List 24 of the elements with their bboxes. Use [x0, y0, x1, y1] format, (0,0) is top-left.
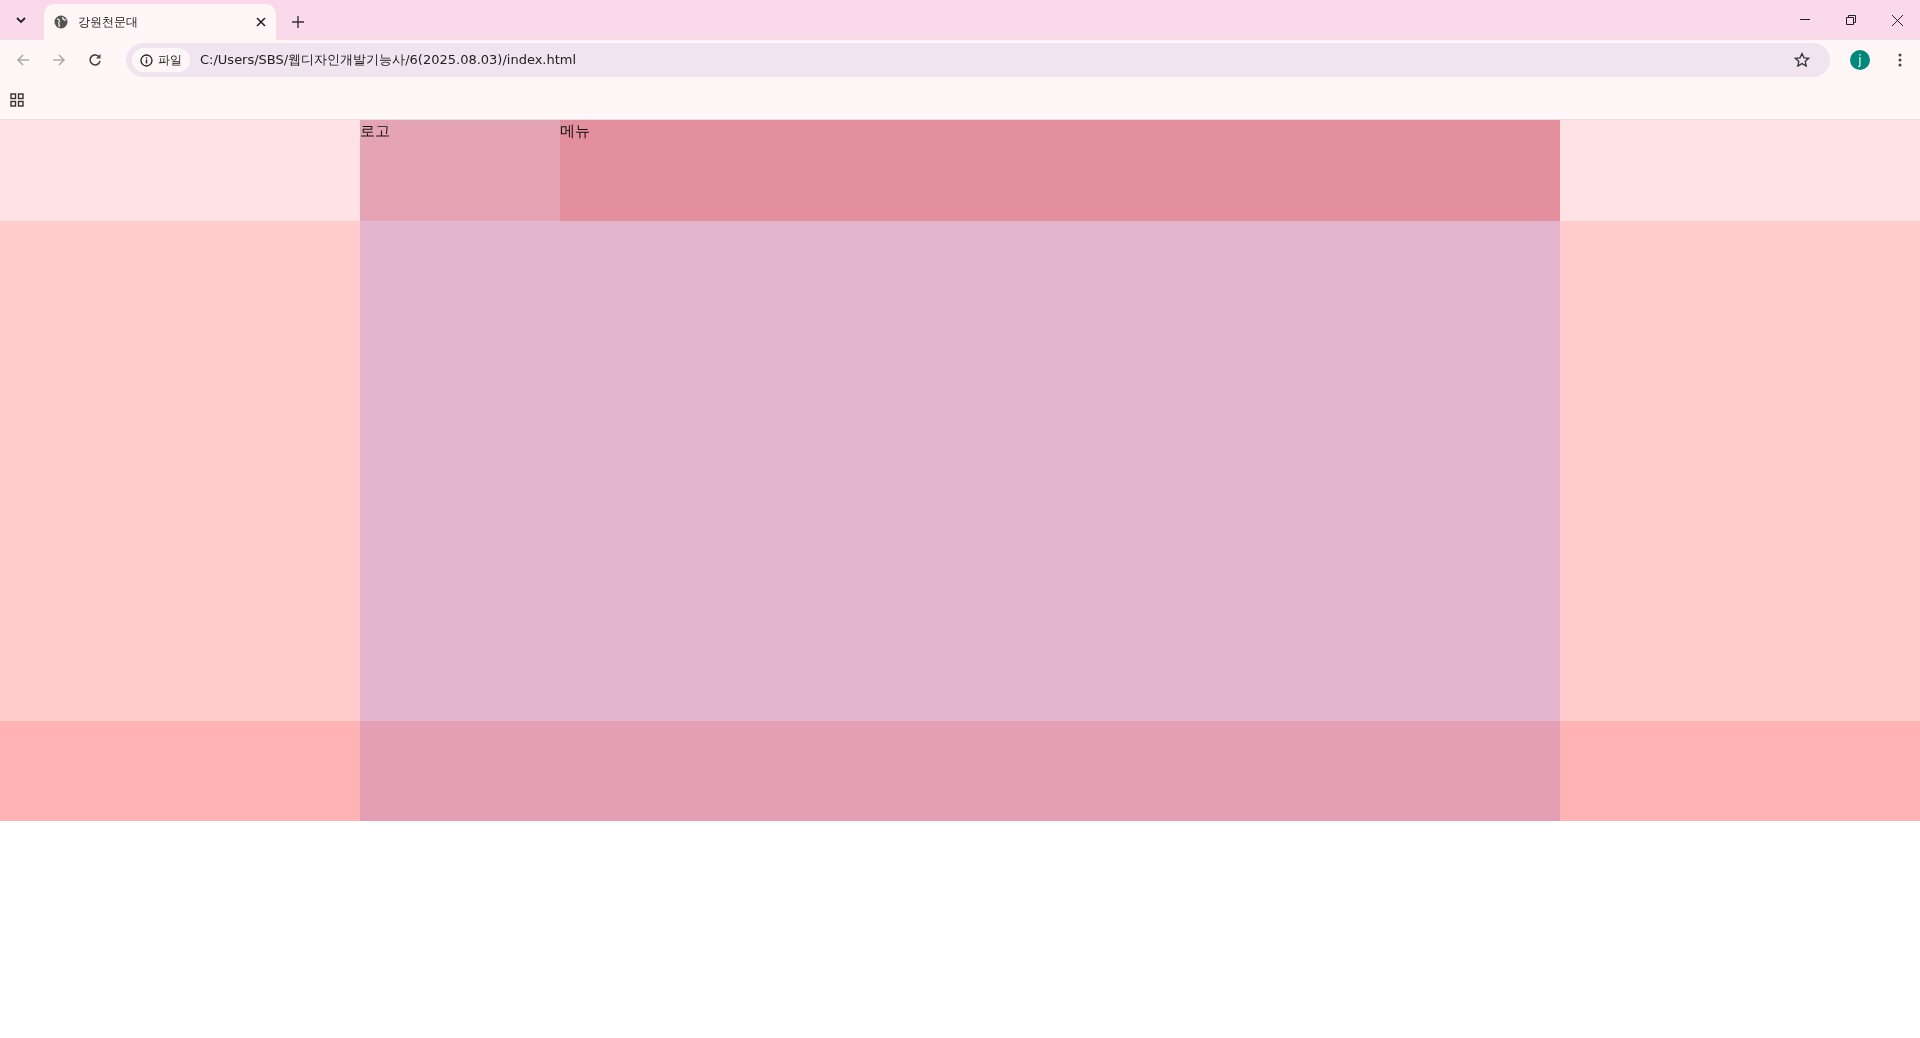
- grid-icon: [10, 92, 24, 107]
- close-icon: [256, 17, 266, 27]
- profile-avatar[interactable]: j: [1850, 50, 1870, 70]
- menu-area: 메뉴: [560, 120, 1560, 221]
- tab-title: 강원천문대: [78, 13, 139, 31]
- logo-area: 로고: [360, 120, 560, 221]
- reload-icon: [88, 53, 102, 67]
- close-icon: [1891, 14, 1903, 26]
- forward-arrow-icon: [52, 53, 66, 67]
- minimize-icon: [1800, 19, 1810, 21]
- chevron-down-icon: [15, 14, 27, 26]
- address-bar[interactable]: 파일 C:/Users/SBS/웹디자인개발기능사/6(2025.08.03)/index.html: [126, 43, 1830, 77]
- restore-icon: [1846, 15, 1856, 25]
- globe-icon: [54, 15, 68, 29]
- url-text: C:/Users/SBS/웹디자인개발기능사/6(2025.08.03)/index.html: [200, 51, 578, 69]
- apps-button[interactable]: [10, 92, 24, 107]
- close-tab-button[interactable]: [256, 17, 266, 27]
- more-icon: [1898, 53, 1902, 67]
- plus-icon: [292, 16, 304, 28]
- browser-tab[interactable]: 강원천문대: [44, 4, 276, 40]
- site-info-chip[interactable]: 파일: [132, 48, 190, 72]
- star-icon: [1794, 52, 1810, 68]
- back-arrow-icon: [16, 53, 30, 67]
- info-icon: [140, 53, 153, 67]
